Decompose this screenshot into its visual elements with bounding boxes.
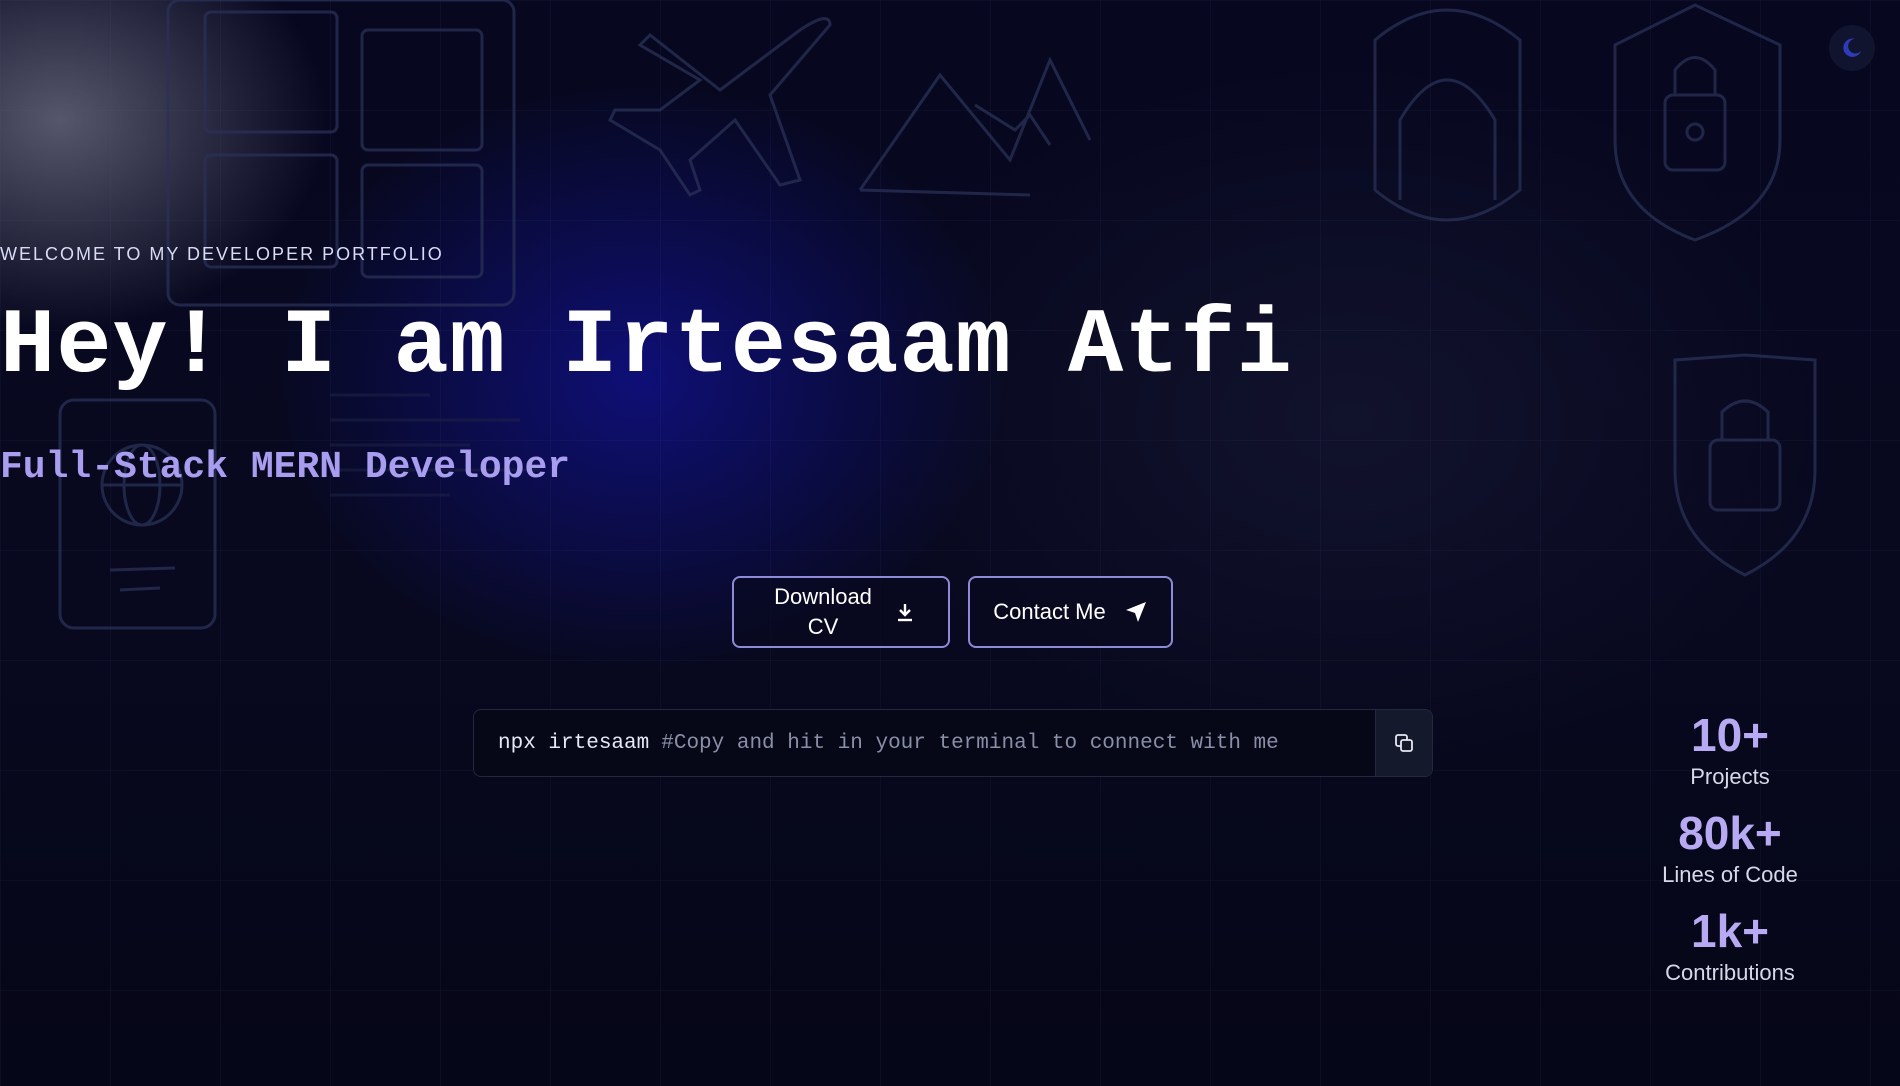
theme-toggle-button[interactable]	[1829, 25, 1875, 71]
copy-icon	[1395, 734, 1413, 752]
stat-label: Lines of Code	[1662, 862, 1798, 887]
contact-me-button[interactable]: Contact Me	[968, 576, 1173, 648]
mountain-icon	[858, 56, 1092, 191]
stat-projects: 10+ Projects	[1630, 708, 1830, 792]
airplane-icon	[608, 17, 832, 197]
stat-value: 10+	[1690, 709, 1770, 761]
terminal-command-box: npx irtesaam #Copy and hit in your termin…	[473, 709, 1433, 777]
hero-title: Hey! I am Irtesaam Atfi	[0, 294, 1293, 399]
stat-value: 1k+	[1690, 905, 1770, 957]
moon-icon	[1843, 38, 1862, 57]
stat-contributions: 1k+ Contributions	[1630, 904, 1830, 988]
welcome-label: WELCOME TO MY DEVELOPER PORTFOLIO	[0, 244, 444, 264]
terminal-command: npx irtesaam	[498, 731, 650, 755]
contact-me-label: Contact Me	[993, 599, 1106, 624]
copy-command-button[interactable]	[1375, 710, 1432, 776]
stat-value: 80k+	[1678, 807, 1782, 859]
stat-label: Contributions	[1665, 960, 1795, 985]
terminal-comment: #Copy and hit in your terminal to connec…	[661, 731, 1279, 755]
download-cv-label: Download CV	[774, 584, 872, 639]
hero-subtitle: Full-Stack MERN Developer	[0, 446, 571, 489]
send-icon	[1125, 602, 1146, 622]
arch-icon	[1373, 8, 1522, 222]
hero-background	[0, 0, 1900, 1086]
stat-lines-of-code: 80k+ Lines of Code	[1630, 806, 1830, 890]
download-icon	[898, 604, 912, 622]
download-cv-button[interactable]: Download CV	[732, 576, 950, 648]
document-panel-icon	[360, 28, 484, 152]
terminal-text[interactable]: npx irtesaam #Copy and hit in your termin…	[474, 732, 1375, 755]
phone-globe-icon	[58, 398, 217, 630]
stats-panel: 10+ Projects 80k+ Lines of Code 1k+ Cont…	[1630, 708, 1830, 1002]
document-panel-icon	[203, 10, 339, 134]
stat-label: Projects	[1690, 764, 1770, 789]
shield-lock-icon	[1613, 3, 1782, 242]
background-illustration	[58, 0, 1817, 630]
